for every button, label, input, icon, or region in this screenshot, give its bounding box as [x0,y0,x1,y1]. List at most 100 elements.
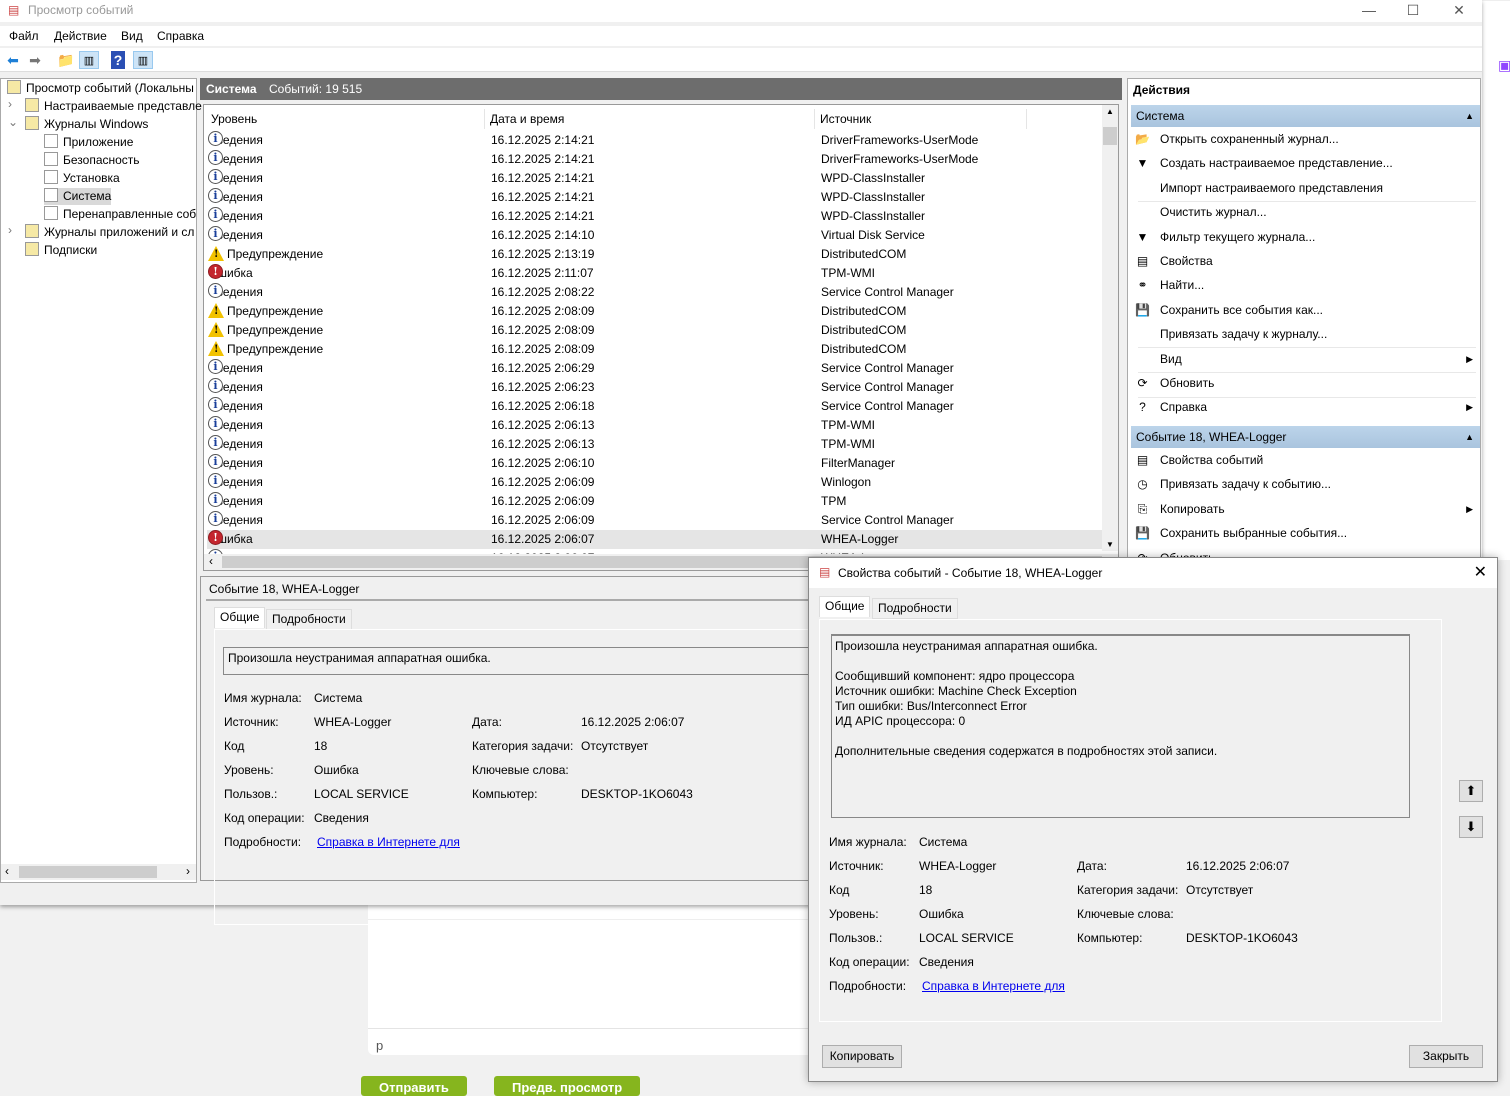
table-row[interactable]: Предупреждение 16.12.2025 2:08:09 Distribu… [207,321,1102,340]
menu-file[interactable]: Файл [9,29,39,43]
column-header-date[interactable]: Дата и время [485,109,815,129]
action-item[interactable]: ▼ Создать настраиваемое представление... [1131,151,1477,175]
expander-icon[interactable]: ⌄ [8,115,18,129]
preview-button[interactable]: Предв. просмотр [494,1076,641,1096]
table-row[interactable]: i Сведения 16.12.2025 2:06:23 Service Contr… [207,378,1102,397]
action-item[interactable]: Импорт настраиваемого представления [1131,176,1477,200]
section-header-event[interactable]: Событие 18, WHEA-Logger ▲ [1131,426,1480,448]
action-item[interactable]: ▤ Свойства событий [1131,448,1477,472]
scroll-thumb[interactable] [19,866,157,878]
previous-event-button[interactable]: ⬆ [1459,780,1483,802]
maximize-button[interactable]: ☐ [1390,0,1436,22]
collapse-icon[interactable]: ▲ [1465,105,1474,127]
action-item[interactable]: Привязать задачу к журналу... [1131,322,1477,346]
tree-item[interactable]: Безопасность [44,152,140,169]
tree-item[interactable]: Перенаправленные соб [44,206,196,223]
action-item[interactable]: 💾 Сохранить выбранные события... [1131,521,1477,545]
expander-icon[interactable]: › [8,97,12,111]
next-event-button[interactable]: ⬇ [1459,816,1483,838]
back-arrow-icon[interactable]: ⬅ [3,51,23,69]
action-item[interactable]: ▤ Свойства [1131,249,1477,273]
table-row[interactable]: i Сведения 16.12.2025 2:08:22 Service Contr… [207,283,1102,302]
menu-view[interactable]: Вид [121,29,143,43]
table-row[interactable]: i Сведения 16.12.2025 2:06:09 Service Contr… [207,511,1102,530]
table-row[interactable]: i Сведения 16.12.2025 2:14:21 WPD-ClassInst… [207,188,1102,207]
action-item[interactable]: Вид ▶ [1131,347,1477,371]
table-row[interactable]: i Сведения 16.12.2025 2:06:09 Winlogon [207,473,1102,492]
tab-general[interactable]: Общие [214,607,266,628]
section-header-system[interactable]: Система ▲ [1131,105,1480,127]
date-cell: 16.12.2025 2:06:10 [491,456,595,470]
table-row[interactable]: i Сведения 16.12.2025 2:14:21 DriverFramewo… [207,131,1102,150]
level-cell: Предупреждение [208,302,323,321]
show-hide-actions-icon[interactable]: ▥ [133,51,153,69]
tree-item[interactable]: Система [44,188,112,205]
dialog-tab-general[interactable]: Общие [819,596,871,617]
table-row[interactable]: Предупреждение 16.12.2025 2:08:09 Distribu… [207,302,1102,321]
table-row[interactable]: i Сведения 16.12.2025 2:14:21 WPD-ClassInst… [207,169,1102,188]
log-icon [25,242,39,256]
tree-item[interactable]: Журналы Windows [25,116,148,133]
menu-help[interactable]: Справка [157,29,204,43]
warning-icon [208,246,224,261]
online-help-link[interactable]: Справка в Интернете для [922,979,1065,993]
expander-icon[interactable]: › [8,223,12,237]
column-header-source[interactable]: Источник [815,109,1027,129]
table-row[interactable]: i Сведения 16.12.2025 2:06:29 Service Contr… [207,359,1102,378]
table-row[interactable]: ! Ошибка 16.12.2025 2:11:07 TPM-WMI [207,264,1102,283]
minimize-button[interactable]: — [1346,0,1392,22]
date-cell: 16.12.2025 2:14:21 [491,190,595,204]
table-row[interactable]: Предупреждение 16.12.2025 2:08:09 Distribu… [207,340,1102,359]
background-text-area[interactable]: р [368,905,828,1055]
scroll-thumb[interactable] [1103,127,1117,145]
table-row[interactable]: i Сведения 16.12.2025 2:14:21 DriverFramewo… [207,150,1102,169]
source-cell: DistributedCOM [821,323,907,337]
event-description-box[interactable]: Произошла неустранимая аппаратная ошибка… [831,634,1410,818]
table-row[interactable]: i Сведения 16.12.2025 2:06:09 TPM [207,492,1102,511]
action-item[interactable]: ▼ Фильтр текущего журнала... [1131,225,1477,249]
table-row[interactable]: i Сведения 16.12.2025 2:14:21 WPD-ClassInst… [207,207,1102,226]
tree-item[interactable]: Настраиваемые представле [25,98,202,115]
table-row[interactable]: Предупреждение 16.12.2025 2:13:19 Distribu… [207,245,1102,264]
close-button[interactable]: ✕ [1436,0,1482,22]
show-hide-tree-icon[interactable]: ▥ [79,51,99,69]
tree-horizontal-scrollbar[interactable]: ‹ › [1,864,196,880]
action-item[interactable]: ? Справка ▶ [1131,395,1477,419]
table-row[interactable]: ! Ошибка 16.12.2025 2:06:07 WHEA-Logger [207,530,1102,549]
table-row[interactable]: i Сведения 16.12.2025 2:06:13 TPM-WMI [207,435,1102,454]
tree-item[interactable]: Подписки [25,242,97,259]
dialog-tab-details[interactable]: Подробности [872,598,958,619]
help-icon[interactable]: ? [111,51,125,69]
table-row[interactable]: i Сведения 16.12.2025 2:14:10 Virtual Disk … [207,226,1102,245]
action-item[interactable]: ⟳ Обновить [1131,371,1477,395]
info-icon: i [208,435,223,450]
tree-item[interactable]: Установка [44,170,120,187]
table-row[interactable]: i Сведения 16.12.2025 2:06:13 TPM-WMI [207,416,1102,435]
copy-button[interactable]: Копировать [822,1045,902,1068]
events-vertical-scrollbar[interactable]: ▲ ▼ [1102,105,1118,551]
action-item[interactable]: Очистить журнал... [1131,200,1477,224]
message-line: Дополнительные сведения содержатся в под… [835,744,1218,758]
menu-action[interactable]: Действие [54,29,107,43]
collapse-icon[interactable]: ▲ [1465,426,1474,448]
tab-details[interactable]: Подробности [266,609,352,630]
online-help-link[interactable]: Справка в Интернете для [317,835,460,849]
table-row[interactable]: i Сведения 16.12.2025 2:06:10 FilterManager [207,454,1102,473]
close-dialog-button[interactable]: Закрыть [1409,1045,1483,1068]
date-value: 16.12.2025 2:06:07 [581,715,685,729]
folder-up-icon[interactable]: 📁 [56,51,76,69]
forward-arrow-icon[interactable]: ➡ [25,51,45,69]
action-item[interactable]: 📂 Открыть сохраненный журнал... [1131,127,1477,151]
tree-item[interactable]: Приложение [44,134,133,151]
dialog-close-icon[interactable]: ✕ [1474,562,1487,582]
tree-item[interactable]: Просмотр событий (Локальны [7,80,194,97]
date-cell: 16.12.2025 2:06:23 [491,380,595,394]
table-row[interactable]: i Сведения 16.12.2025 2:06:18 Service Contr… [207,397,1102,416]
tree-item[interactable]: Журналы приложений и сл [25,224,194,241]
send-button[interactable]: Отправить [361,1076,467,1096]
column-header-level[interactable]: Уровень [207,109,485,129]
action-item[interactable]: ⎘ Копировать ▶ [1131,497,1477,521]
action-item[interactable]: 💾 Сохранить все события как... [1131,298,1477,322]
action-item[interactable]: ⚭ Найти... [1131,273,1477,297]
action-item[interactable]: ◷ Привязать задачу к событию... [1131,472,1477,496]
